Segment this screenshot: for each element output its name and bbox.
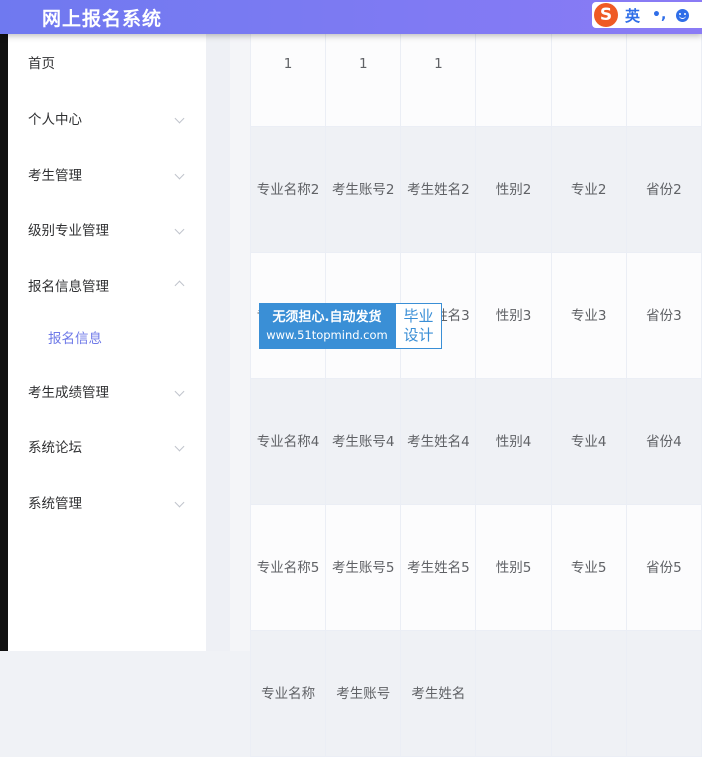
sidebar-item-forum[interactable]: 系统论坛 [8,426,206,466]
window-edge [0,0,8,651]
chevron-down-icon [174,113,185,123]
watermark-left: 无须担心.自动发货 www.51topmind.com [259,303,395,349]
table-cell: 考生账号5 [325,504,402,631]
sogou-logo-icon[interactable]: S [594,3,618,27]
chevron-up-icon [174,280,185,290]
top-header: 网上报名系统 S 英 •, [0,0,702,34]
sidebar-item-label: 系统管理 [28,496,82,512]
watermark-url: www.51topmind.com [266,328,388,342]
app-title: 网上报名系统 [42,8,163,30]
table-cell: 专业5 [550,504,627,631]
table-cell: 考生姓名2 [400,126,477,253]
ime-language-toggle[interactable]: 英 [625,5,640,26]
table-row[interactable]: 专业名称5 考生账号5 考生姓名5 性别5 专业5 省份5 [249,504,702,631]
chevron-down-icon [174,169,185,179]
table-cell [625,630,702,757]
chevron-down-icon [174,224,185,234]
sidebar-item-majors[interactable]: 级别专业管理 [8,209,206,249]
table-cell: 专业名称4 [249,378,327,505]
sidebar-item-label: 考生成绩管理 [28,385,109,401]
sidebar-item-examinees[interactable]: 考生管理 [8,154,206,194]
table-cell: 考生账号2 [325,126,402,253]
table-cell: 专业名称 [249,630,327,757]
sidebar-menu: 首页 个人中心 考生管理 级别专业管理 报名信息管理 报名信息 考生成绩管理 系… [8,34,206,651]
table-cell: 专业名称2 [249,126,327,253]
table-cell: 考生姓名4 [400,378,477,505]
submenu-item-registration-info[interactable]: 报名信息 [8,317,206,357]
table-cell: 考生账号4 [325,378,402,505]
watermark-badge: 无须担心.自动发货 www.51topmind.com 毕业 设计 [259,303,442,349]
chevron-down-icon [174,441,185,451]
table-cell: 考生姓名5 [400,504,477,631]
chevron-down-icon [174,497,185,507]
table-row[interactable]: 专业名称2 考生账号2 考生姓名2 性别2 专业2 省份2 [249,126,702,253]
submenu-item-label: 报名信息 [48,331,102,347]
table-cell: 专业2 [550,126,627,253]
ime-punctuation-toggle[interactable]: •, [652,7,666,23]
table-cell: 省份2 [625,126,702,253]
sidebar-item-home[interactable]: 首页 [8,42,206,82]
sidebar-item-registration[interactable]: 报名信息管理 [8,265,206,305]
emoji-icon[interactable] [676,8,690,22]
table-cell: 专业3 [550,252,627,379]
chevron-down-icon [174,386,185,396]
ime-toolbar[interactable]: S 英 •, [592,2,702,28]
registration-table: 1 1 1 专业名称2 考生账号2 考生姓名2 性别2 专业2 省份2 专业名称… [249,0,702,757]
table-cell: 省份4 [625,378,702,505]
watermark-text: 毕业 [403,307,434,325]
table-cell: 性别4 [475,378,552,505]
table-row[interactable]: 专业名称4 考生账号4 考生姓名4 性别4 专业4 省份4 [249,378,702,505]
table-cell: 考生账号 [325,630,402,757]
sidebar-item-scores[interactable]: 考生成绩管理 [8,371,206,411]
sidebar-item-label: 级别专业管理 [28,223,109,239]
table-cell: 性别2 [475,126,552,253]
table-row[interactable]: 专业名称 考生账号 考生姓名 [249,630,702,757]
table-cell [475,630,552,757]
table-cell: 性别3 [475,252,552,379]
sidebar-item-label: 考生管理 [28,168,82,184]
watermark-text: 设计 [403,326,434,344]
table-cell: 专业4 [550,378,627,505]
table-cell: 省份3 [625,252,702,379]
content-gutter [206,34,230,651]
table-cell: 考生姓名 [400,630,477,757]
sidebar-item-label: 报名信息管理 [28,279,109,295]
sidebar-item-label: 个人中心 [28,112,82,128]
sidebar-item-label: 首页 [28,56,55,72]
table-cell [550,630,627,757]
table-cell: 性别5 [475,504,552,631]
table-cell: 省份5 [625,504,702,631]
sidebar-item-system[interactable]: 系统管理 [8,482,206,522]
sidebar-item-label: 系统论坛 [28,440,82,456]
watermark-text: 无须担心.自动发货 [272,310,382,325]
watermark-right: 毕业 设计 [395,303,442,349]
sidebar-item-profile[interactable]: 个人中心 [8,98,206,138]
table-cell: 专业名称5 [249,504,327,631]
